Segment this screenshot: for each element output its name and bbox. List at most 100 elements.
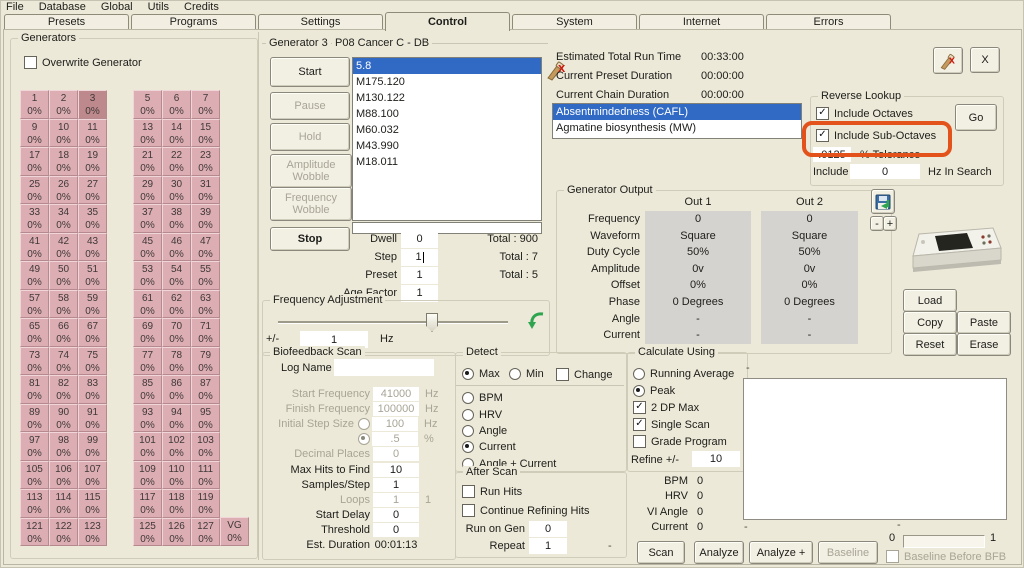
menu-item-file[interactable]: File bbox=[6, 1, 24, 13]
calc-option-checkbox-single-scan[interactable] bbox=[633, 418, 646, 431]
frequency-list-item[interactable]: 5.8 bbox=[353, 58, 541, 74]
generator-cell-3[interactable]: 30% bbox=[78, 90, 107, 119]
generator-cell-94[interactable]: 940% bbox=[162, 404, 191, 433]
generator-cell-38[interactable]: 380% bbox=[162, 204, 191, 233]
generator-cell-33[interactable]: 330% bbox=[20, 204, 49, 233]
gen-field-input-step[interactable]: 1 bbox=[401, 249, 438, 266]
generator-cell-17[interactable]: 170% bbox=[20, 147, 49, 176]
baseline-button[interactable]: Baseline bbox=[818, 541, 878, 564]
generator-cell-55[interactable]: 550% bbox=[191, 261, 220, 290]
output-minus-button[interactable]: - bbox=[870, 216, 884, 231]
menu-item-global[interactable]: Global bbox=[101, 1, 133, 13]
generator-cell-91[interactable]: 910% bbox=[78, 404, 107, 433]
generator-cell-50[interactable]: 500% bbox=[49, 261, 78, 290]
lookup-result-item[interactable]: Agmatine biosynthesis (MW) bbox=[553, 120, 801, 136]
include-sub-octaves-checkbox-box[interactable] bbox=[816, 129, 829, 142]
clear-lookup-button[interactable]: x bbox=[933, 47, 963, 74]
generator-cell-57[interactable]: 570% bbox=[20, 290, 49, 319]
generator-cell-43[interactable]: 430% bbox=[78, 233, 107, 262]
log-name-field[interactable] bbox=[334, 359, 434, 376]
generator-cell-18[interactable]: 180% bbox=[49, 147, 78, 176]
frequency-list-item[interactable]: M18.011 bbox=[353, 154, 541, 170]
calc-option-checkbox-2-dp-max[interactable] bbox=[633, 401, 646, 414]
generator-cell-127[interactable]: 1270% bbox=[191, 518, 220, 547]
generator-cell-115[interactable]: 1150% bbox=[78, 489, 107, 518]
detect-option-radio-angle[interactable] bbox=[462, 425, 474, 437]
lookup-results-list[interactable]: Absentmindedness (CAFL)Agmatine biosynth… bbox=[552, 103, 802, 139]
generator-cell-2[interactable]: 20% bbox=[49, 90, 78, 119]
generator-cell-81[interactable]: 810% bbox=[20, 375, 49, 404]
pause-button[interactable]: Pause bbox=[270, 92, 350, 120]
generator-cell-6[interactable]: 60% bbox=[162, 90, 191, 119]
generator-cell-82[interactable]: 820% bbox=[49, 375, 78, 404]
generator-cell-85[interactable]: 850% bbox=[133, 375, 162, 404]
generator-cell-98[interactable]: 980% bbox=[49, 432, 78, 461]
tab-control[interactable]: Control bbox=[385, 12, 510, 31]
calc-option-radio-running-average[interactable] bbox=[633, 368, 645, 380]
run-hits-checkbox[interactable]: Run Hits bbox=[462, 485, 522, 498]
generator-cell-42[interactable]: 420% bbox=[49, 233, 78, 262]
generator-cell-105[interactable]: 1050% bbox=[20, 461, 49, 490]
close-panel-button[interactable]: X bbox=[970, 47, 1000, 73]
generator-cell-74[interactable]: 740% bbox=[49, 347, 78, 376]
detect-min-radio-circle[interactable] bbox=[509, 368, 521, 380]
analyze-button[interactable]: Analyze + bbox=[749, 541, 813, 564]
generator-cell-109[interactable]: 1090% bbox=[133, 461, 162, 490]
generator-cell-111[interactable]: 1110% bbox=[191, 461, 220, 490]
include-hz-field[interactable]: 0 bbox=[850, 164, 920, 179]
bf-row-value[interactable]: 0 bbox=[373, 523, 419, 537]
scan-button[interactable]: Scan bbox=[637, 541, 685, 564]
menu-item-utils[interactable]: Utils bbox=[148, 1, 169, 13]
detect-option-radio-hrv[interactable] bbox=[462, 409, 474, 421]
tolerance-field[interactable]: .0125 bbox=[813, 147, 851, 162]
generator-cell-53[interactable]: 530% bbox=[133, 261, 162, 290]
detect-option-radio-current[interactable] bbox=[462, 441, 474, 453]
generator-cell-29[interactable]: 290% bbox=[133, 176, 162, 205]
generator-cell-9[interactable]: 90% bbox=[20, 119, 49, 148]
generator-cell-49[interactable]: 490% bbox=[20, 261, 49, 290]
generator-cell-37[interactable]: 370% bbox=[133, 204, 162, 233]
generator-cell-65[interactable]: 650% bbox=[20, 318, 49, 347]
generator-cell-114[interactable]: 1140% bbox=[49, 489, 78, 518]
generator-cell-39[interactable]: 390% bbox=[191, 204, 220, 233]
paste-button[interactable]: Paste bbox=[957, 311, 1011, 334]
generator-cell-89[interactable]: 890% bbox=[20, 404, 49, 433]
bf-row-value[interactable]: 0 bbox=[373, 508, 419, 522]
bf-row-value[interactable]: 10 bbox=[373, 463, 419, 477]
hold-button[interactable]: Hold bbox=[270, 123, 350, 151]
detect-option-radio-bpm[interactable] bbox=[462, 392, 474, 404]
amplitude-wobble-button[interactable]: Amplitude Wobble bbox=[270, 154, 352, 188]
bf-step-size-radio[interactable] bbox=[358, 418, 370, 430]
generator-cell-11[interactable]: 110% bbox=[78, 119, 107, 148]
menu-item-credits[interactable]: Credits bbox=[184, 1, 219, 13]
erase-button[interactable]: Erase bbox=[957, 333, 1011, 356]
generator-cell-90[interactable]: 900% bbox=[49, 404, 78, 433]
calc-option-radio-peak[interactable] bbox=[633, 385, 645, 397]
generator-cell-46[interactable]: 460% bbox=[162, 233, 191, 262]
generator-cell-15[interactable]: 150% bbox=[191, 119, 220, 148]
run-on-gen-field[interactable]: 0 bbox=[529, 521, 567, 537]
generator-cell-59[interactable]: 590% bbox=[78, 290, 107, 319]
frequency-list-item[interactable]: M88.100 bbox=[353, 106, 541, 122]
calc-option-checkbox-grade-program[interactable] bbox=[633, 435, 646, 448]
generator-cell-63[interactable]: 630% bbox=[191, 290, 220, 319]
generator-cell-27[interactable]: 270% bbox=[78, 176, 107, 205]
run-hits-checkbox-box[interactable] bbox=[462, 485, 475, 498]
generator-cell-101[interactable]: 1010% bbox=[133, 432, 162, 461]
bf-step-size-radio[interactable] bbox=[358, 433, 370, 445]
generator-cell-19[interactable]: 190% bbox=[78, 147, 107, 176]
detect-max-radio-circle[interactable] bbox=[462, 368, 474, 380]
gen-field-input-dwell[interactable]: 0 bbox=[401, 231, 438, 248]
frequency-list-item[interactable]: M43.990 bbox=[353, 138, 541, 154]
frequency-list-item[interactable]: M175.120 bbox=[353, 74, 541, 90]
copy-button[interactable]: Copy bbox=[903, 311, 957, 334]
generator-cell-70[interactable]: 700% bbox=[162, 318, 191, 347]
reset-button[interactable]: Reset bbox=[903, 333, 957, 356]
overwrite-generator-checkbox-box[interactable] bbox=[24, 56, 37, 69]
generator-cell-10[interactable]: 100% bbox=[49, 119, 78, 148]
refine-field[interactable]: 10 bbox=[692, 451, 740, 467]
undo-adjustment-icon[interactable] bbox=[527, 310, 547, 332]
generator-cell-119[interactable]: 1190% bbox=[191, 489, 220, 518]
generator-cell-103[interactable]: 1030% bbox=[191, 432, 220, 461]
baseline-before-bfb-checkbox[interactable]: Baseline Before BFB bbox=[886, 550, 1006, 563]
